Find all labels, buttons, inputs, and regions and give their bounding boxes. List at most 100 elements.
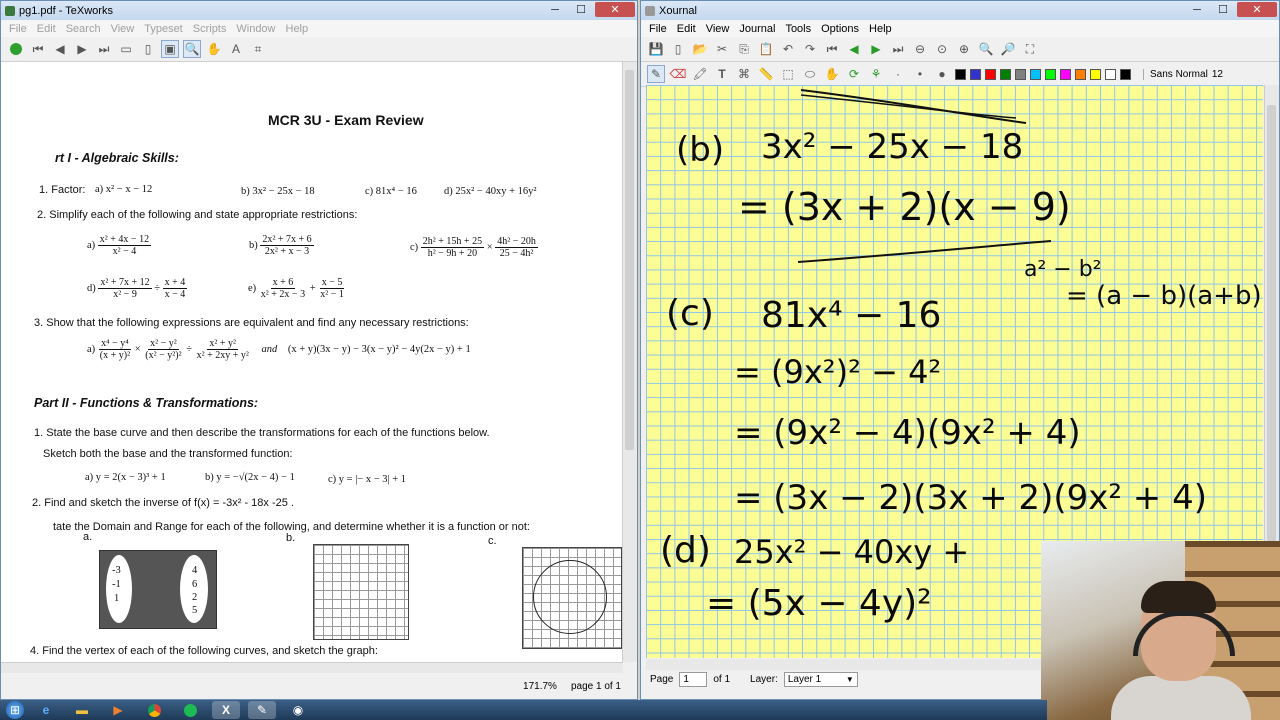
select-image-icon[interactable]: ⌗ [249, 40, 267, 58]
eraser-icon[interactable]: ⌫ [669, 65, 687, 83]
menu-view[interactable]: View [111, 23, 135, 35]
new-icon[interactable]: ▯ [669, 40, 687, 58]
color-black[interactable] [955, 68, 966, 80]
xmenu-tools[interactable]: Tools [785, 23, 811, 35]
xournal-close-button[interactable]: ✕ [1237, 2, 1277, 17]
chevron-down-icon: ▼ [845, 674, 854, 684]
p2-q3-label-a: a. [83, 531, 93, 543]
actual-size-icon[interactable]: ▭ [117, 40, 135, 58]
select-rect-icon[interactable]: ⬚ [779, 65, 797, 83]
zoom-in-icon[interactable]: ⊕ [955, 40, 973, 58]
color-yellow[interactable] [1090, 68, 1101, 80]
xmenu-help[interactable]: Help [869, 23, 892, 35]
color-red[interactable] [985, 68, 996, 80]
menu-edit[interactable]: Edit [37, 23, 56, 35]
redo-icon[interactable]: ↷ [801, 40, 819, 58]
obs-icon[interactable]: ◉ [284, 701, 312, 719]
copy-icon[interactable]: ⎘ [735, 40, 753, 58]
zoom-set-icon[interactable]: 🔎 [999, 40, 1017, 58]
xmenu-edit[interactable]: Edit [677, 23, 696, 35]
prev-page-icon[interactable]: ◀ [51, 40, 69, 58]
minimize-button[interactable]: ─ [543, 2, 567, 17]
explorer-icon[interactable]: ▬ [68, 701, 96, 719]
ruler-icon[interactable]: 📏 [757, 65, 775, 83]
thick-pen-icon[interactable]: ● [933, 65, 951, 83]
xournal-icon[interactable]: ✎ [248, 701, 276, 719]
menu-scripts[interactable]: Scripts [193, 23, 227, 35]
first-page-icon[interactable]: ⏮ [29, 40, 47, 58]
texworks-icon[interactable]: X [212, 701, 240, 719]
q2-text: 2. Simplify each of the following and st… [37, 209, 358, 221]
color-lightblue[interactable] [1030, 68, 1041, 80]
menu-help[interactable]: Help [286, 23, 309, 35]
ie-icon[interactable]: e [32, 701, 60, 719]
medium-pen-icon[interactable]: • [911, 65, 929, 83]
color-blue[interactable] [970, 68, 981, 80]
pen-icon[interactable]: ✎ [647, 65, 665, 83]
xournal-titlebar[interactable]: Xournal ─ ☐ ✕ [641, 1, 1279, 20]
select-text-icon[interactable]: A [227, 40, 245, 58]
xournal-menubar: File Edit View Journal Tools Options Hel… [641, 20, 1279, 37]
last-page-icon[interactable]: ⏭ [95, 40, 113, 58]
color-magenta[interactable] [1060, 68, 1071, 80]
page-number-input[interactable]: 1 [679, 671, 708, 687]
font-size[interactable]: 12 [1212, 69, 1223, 80]
xmenu-file[interactable]: File [649, 23, 667, 35]
color-lightgreen[interactable] [1045, 68, 1056, 80]
xournal-maximize-button[interactable]: ☐ [1211, 2, 1235, 17]
xmenu-options[interactable]: Options [821, 23, 859, 35]
shape-recognizer-icon[interactable]: ⚘ [867, 65, 885, 83]
fit-window-icon[interactable]: ▣ [161, 40, 179, 58]
close-button[interactable]: ✕ [595, 2, 635, 17]
menu-search[interactable]: Search [66, 23, 101, 35]
color-white[interactable] [1105, 68, 1116, 80]
select-region-icon[interactable]: ⬭ [801, 65, 819, 83]
magnify-icon[interactable]: 🔍 [183, 40, 201, 58]
text-tool-icon[interactable]: T [713, 65, 731, 83]
next-page-icon[interactable]: ▶ [73, 40, 91, 58]
first-page-icon[interactable]: ⏮ [823, 40, 841, 58]
color-custom[interactable] [1120, 68, 1131, 80]
save-icon[interactable]: 💾 [647, 40, 665, 58]
zoom-fit-icon[interactable]: ⊙ [933, 40, 951, 58]
thin-pen-icon[interactable]: · [889, 65, 907, 83]
open-icon[interactable]: 📂 [691, 40, 709, 58]
fullscreen-icon[interactable]: ⛶ [1021, 40, 1039, 58]
cut-icon[interactable]: ✂ [713, 40, 731, 58]
layer-select[interactable]: Layer 1 ▼ [783, 671, 858, 687]
pdf-page[interactable]: MCR 3U - Exam Review rt I - Algebraic Sk… [1, 62, 623, 662]
next-page-icon[interactable]: ▶ [867, 40, 885, 58]
paste-icon[interactable]: 📋 [757, 40, 775, 58]
xmenu-journal[interactable]: Journal [739, 23, 775, 35]
last-page-icon[interactable]: ⏭ [889, 40, 907, 58]
font-name[interactable]: Sans Normal [1143, 68, 1208, 80]
scroll-hand-icon[interactable]: ✋ [205, 40, 223, 58]
image-tool-icon[interactable]: ⌘ [735, 65, 753, 83]
undo-icon[interactable]: ↶ [779, 40, 797, 58]
fit-width-icon[interactable]: ▯ [139, 40, 157, 58]
xmenu-view[interactable]: View [706, 23, 730, 35]
color-orange[interactable] [1075, 68, 1086, 80]
default-pen-icon[interactable]: ⟳ [845, 65, 863, 83]
q2-d: d) x² + 7x + 12 x² − 9 ÷ x + 4x − 4 [87, 277, 188, 300]
chrome-icon[interactable] [140, 701, 168, 719]
zoom-100-icon[interactable]: 🔍 [977, 40, 995, 58]
xournal-minimize-button[interactable]: ─ [1185, 2, 1209, 17]
pdf-vertical-scrollbar[interactable] [622, 62, 637, 662]
spotify-icon[interactable] [176, 701, 204, 719]
menu-window[interactable]: Window [236, 23, 275, 35]
hand-tool-icon[interactable]: ✋ [823, 65, 841, 83]
color-gray[interactable] [1015, 68, 1026, 80]
menu-file[interactable]: File [9, 23, 27, 35]
typeset-icon[interactable] [7, 40, 25, 58]
texworks-titlebar[interactable]: pg1.pdf - TeXworks ─ ☐ ✕ [1, 1, 637, 20]
p2-q1-a: a) y = 2(x − 3)³ + 1 [85, 472, 166, 483]
maximize-button[interactable]: ☐ [569, 2, 593, 17]
zoom-out-icon[interactable]: ⊖ [911, 40, 929, 58]
windows-start-icon[interactable]: ⊞ [6, 701, 24, 719]
media-icon[interactable]: ▶ [104, 701, 132, 719]
prev-page-icon[interactable]: ◀ [845, 40, 863, 58]
highlighter-icon[interactable]: 🖍 [691, 65, 709, 83]
color-green[interactable] [1000, 68, 1011, 80]
menu-typeset[interactable]: Typeset [144, 23, 183, 35]
